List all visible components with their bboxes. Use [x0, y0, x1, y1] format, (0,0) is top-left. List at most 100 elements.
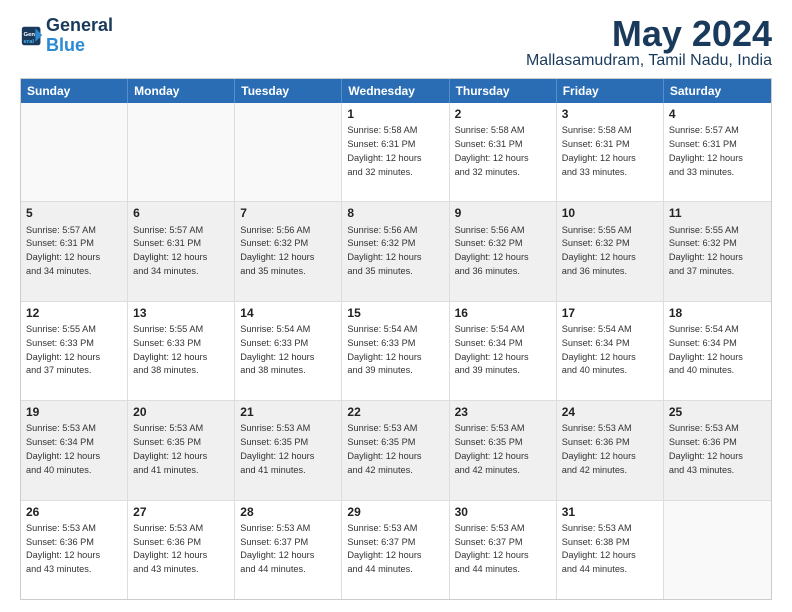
header: Gen eral General Blue May 2024 Mallasamu… [20, 16, 772, 70]
page: Gen eral General Blue May 2024 Mallasamu… [0, 0, 792, 612]
calendar-row-2: 5 Sunrise: 5:57 AMSunset: 6:31 PMDaylight… [21, 201, 771, 300]
cell-info: Sunrise: 5:54 AMSunset: 6:33 PMDaylight:… [240, 324, 314, 375]
logo-line2: Blue [46, 36, 113, 56]
day-number: 1 [347, 106, 443, 122]
cell-info: Sunrise: 5:53 AMSunset: 6:37 PMDaylight:… [455, 523, 529, 574]
calendar-cell: 9 Sunrise: 5:56 AMSunset: 6:32 PMDaylight… [450, 202, 557, 300]
calendar-cell: 30Sunrise: 5:53 AMSunset: 6:37 PMDayligh… [450, 501, 557, 599]
cell-info: Sunrise: 5:54 AMSunset: 6:34 PMDaylight:… [455, 324, 529, 375]
calendar-cell: 5 Sunrise: 5:57 AMSunset: 6:31 PMDaylight… [21, 202, 128, 300]
calendar-cell: 4Sunrise: 5:57 AMSunset: 6:31 PMDaylight… [664, 103, 771, 201]
day-number: 10 [562, 205, 658, 221]
day-number: 6 [133, 205, 229, 221]
cell-info: Sunrise: 5:58 AMSunset: 6:31 PMDaylight:… [455, 125, 529, 176]
calendar-cell: 24 Sunrise: 5:53 AMSunset: 6:36 PMDayligh… [557, 401, 664, 499]
day-number: 22 [347, 404, 443, 420]
calendar-cell: 28Sunrise: 5:53 AMSunset: 6:37 PMDayligh… [235, 501, 342, 599]
calendar-cell: 2 Sunrise: 5:58 AMSunset: 6:31 PMDaylight… [450, 103, 557, 201]
cell-info: Sunrise: 5:53 AMSunset: 6:38 PMDaylight:… [562, 523, 636, 574]
day-number: 14 [240, 305, 336, 321]
cell-info: Sunrise: 5:58 AMSunset: 6:31 PMDaylight:… [347, 125, 421, 176]
calendar-cell: 3Sunrise: 5:58 AMSunset: 6:31 PMDaylight… [557, 103, 664, 201]
calendar-cell: 14 Sunrise: 5:54 AMSunset: 6:33 PMDayligh… [235, 302, 342, 400]
calendar-cell: 18 Sunrise: 5:54 AMSunset: 6:34 PMDayligh… [664, 302, 771, 400]
cell-info: Sunrise: 5:53 AMSunset: 6:35 PMDaylight:… [133, 423, 207, 474]
day-number: 18 [669, 305, 766, 321]
cell-info: Sunrise: 5:53 AMSunset: 6:35 PMDaylight:… [347, 423, 421, 474]
calendar-header: SundayMondayTuesdayWednesdayThursdayFrid… [21, 79, 771, 103]
day-number: 16 [455, 305, 551, 321]
calendar-row-1: 1 Sunrise: 5:58 AMSunset: 6:31 PMDaylight… [21, 103, 771, 201]
cell-info: Sunrise: 5:55 AMSunset: 6:33 PMDaylight:… [26, 324, 100, 375]
day-number: 12 [26, 305, 122, 321]
day-number: 11 [669, 205, 766, 221]
calendar-row-5: 26 Sunrise: 5:53 AMSunset: 6:36 PMDayligh… [21, 500, 771, 599]
calendar-cell: 11 Sunrise: 5:55 AMSunset: 6:32 PMDayligh… [664, 202, 771, 300]
day-number: 29 [347, 504, 443, 520]
cell-info: Sunrise: 5:53 AMSunset: 6:34 PMDaylight:… [26, 423, 100, 474]
day-number: 15 [347, 305, 443, 321]
calendar-cell: 17Sunrise: 5:54 AMSunset: 6:34 PMDayligh… [557, 302, 664, 400]
logo-icon: Gen eral [20, 25, 44, 47]
cell-info: Sunrise: 5:53 AMSunset: 6:35 PMDaylight:… [240, 423, 314, 474]
calendar-cell [664, 501, 771, 599]
day-number: 7 [240, 205, 336, 221]
calendar-cell: 13Sunrise: 5:55 AMSunset: 6:33 PMDayligh… [128, 302, 235, 400]
logo-line1: General [46, 16, 113, 36]
cell-info: Sunrise: 5:55 AMSunset: 6:32 PMDaylight:… [562, 225, 636, 276]
cell-info: Sunrise: 5:53 AMSunset: 6:36 PMDaylight:… [26, 523, 100, 574]
cell-info: Sunrise: 5:54 AMSunset: 6:34 PMDaylight:… [669, 324, 743, 375]
calendar-body: 1 Sunrise: 5:58 AMSunset: 6:31 PMDaylight… [21, 103, 771, 599]
day-number: 20 [133, 404, 229, 420]
calendar-cell: 6 Sunrise: 5:57 AMSunset: 6:31 PMDaylight… [128, 202, 235, 300]
calendar-cell: 22 Sunrise: 5:53 AMSunset: 6:35 PMDayligh… [342, 401, 449, 499]
day-number: 25 [669, 404, 766, 420]
calendar-row-3: 12 Sunrise: 5:55 AMSunset: 6:33 PMDayligh… [21, 301, 771, 400]
weekday-header-thursday: Thursday [450, 79, 557, 103]
cell-info: Sunrise: 5:57 AMSunset: 6:31 PMDaylight:… [133, 225, 207, 276]
weekday-header-wednesday: Wednesday [342, 79, 449, 103]
weekday-header-monday: Monday [128, 79, 235, 103]
month-title: May 2024 [526, 16, 772, 52]
calendar-cell: 10 Sunrise: 5:55 AMSunset: 6:32 PMDayligh… [557, 202, 664, 300]
day-number: 4 [669, 106, 766, 122]
svg-text:Gen: Gen [24, 32, 36, 38]
weekday-header-saturday: Saturday [664, 79, 771, 103]
day-number: 26 [26, 504, 122, 520]
cell-info: Sunrise: 5:54 AMSunset: 6:33 PMDaylight:… [347, 324, 421, 375]
cell-info: Sunrise: 5:53 AMSunset: 6:36 PMDaylight:… [669, 423, 743, 474]
calendar-cell: 7Sunrise: 5:56 AMSunset: 6:32 PMDaylight… [235, 202, 342, 300]
calendar-cell: 1 Sunrise: 5:58 AMSunset: 6:31 PMDaylight… [342, 103, 449, 201]
cell-info: Sunrise: 5:58 AMSunset: 6:31 PMDaylight:… [562, 125, 636, 176]
location-title: Mallasamudram, Tamil Nadu, India [526, 52, 772, 70]
day-number: 24 [562, 404, 658, 420]
day-number: 5 [26, 205, 122, 221]
cell-info: Sunrise: 5:54 AMSunset: 6:34 PMDaylight:… [562, 324, 636, 375]
cell-info: Sunrise: 5:56 AMSunset: 6:32 PMDaylight:… [455, 225, 529, 276]
day-number: 2 [455, 106, 551, 122]
calendar-cell: 20 Sunrise: 5:53 AMSunset: 6:35 PMDayligh… [128, 401, 235, 499]
calendar-cell: 26 Sunrise: 5:53 AMSunset: 6:36 PMDayligh… [21, 501, 128, 599]
day-number: 31 [562, 504, 658, 520]
day-number: 27 [133, 504, 229, 520]
weekday-header-friday: Friday [557, 79, 664, 103]
calendar-cell: 29Sunrise: 5:53 AMSunset: 6:37 PMDayligh… [342, 501, 449, 599]
calendar-cell [235, 103, 342, 201]
day-number: 19 [26, 404, 122, 420]
title-area: May 2024 Mallasamudram, Tamil Nadu, Indi… [526, 16, 772, 70]
cell-info: Sunrise: 5:55 AMSunset: 6:32 PMDaylight:… [669, 225, 743, 276]
calendar-cell [128, 103, 235, 201]
calendar-cell: 8Sunrise: 5:56 AMSunset: 6:32 PMDaylight… [342, 202, 449, 300]
svg-text:eral: eral [24, 39, 35, 45]
weekday-header-tuesday: Tuesday [235, 79, 342, 103]
calendar-cell: 21Sunrise: 5:53 AMSunset: 6:35 PMDayligh… [235, 401, 342, 499]
calendar-row-4: 19 Sunrise: 5:53 AMSunset: 6:34 PMDayligh… [21, 400, 771, 499]
calendar-cell: 12 Sunrise: 5:55 AMSunset: 6:33 PMDayligh… [21, 302, 128, 400]
day-number: 23 [455, 404, 551, 420]
calendar: SundayMondayTuesdayWednesdayThursdayFrid… [20, 78, 772, 600]
day-number: 9 [455, 205, 551, 221]
calendar-cell: 23 Sunrise: 5:53 AMSunset: 6:35 PMDayligh… [450, 401, 557, 499]
cell-info: Sunrise: 5:57 AMSunset: 6:31 PMDaylight:… [26, 225, 100, 276]
cell-info: Sunrise: 5:53 AMSunset: 6:35 PMDaylight:… [455, 423, 529, 474]
cell-info: Sunrise: 5:53 AMSunset: 6:36 PMDaylight:… [562, 423, 636, 474]
